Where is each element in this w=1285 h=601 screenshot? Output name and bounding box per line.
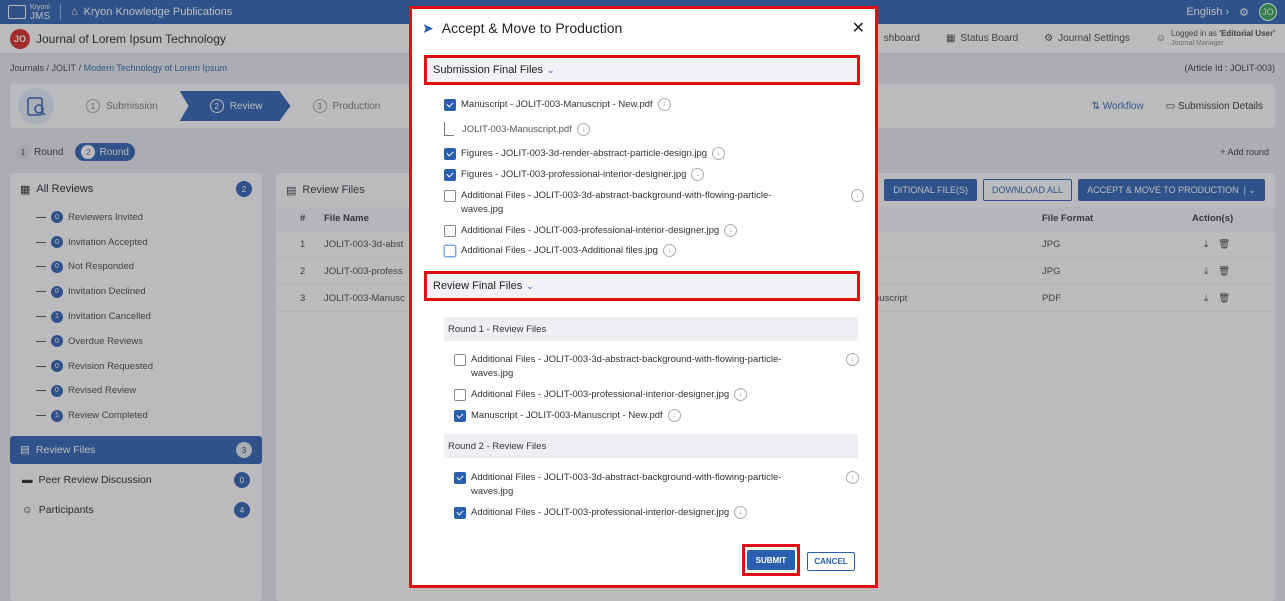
download-icon: ↓ [734, 388, 748, 401]
accept-move-production-dialog: ➤ Accept & Move to Production ✕ Submissi… [409, 6, 878, 588]
submission-file-version: JOLIT-003-Manuscript.pdf ↓ [462, 123, 590, 137]
download-icon: ↓ [657, 98, 671, 111]
round-2-header: Round 2 - Review Files [444, 434, 858, 458]
checkbox [454, 354, 466, 366]
download-icon: ↓ [734, 506, 748, 519]
submission-file-3[interactable]: Figures - JOLIT-003-professional-interio… [444, 168, 705, 182]
chevron-down-icon: ⌄ [547, 64, 555, 75]
checkbox [444, 245, 456, 257]
checkbox [444, 99, 456, 111]
checkbox [444, 169, 456, 181]
checkbox [454, 389, 466, 401]
download-icon: ↓ [851, 189, 864, 202]
tree-connector [444, 122, 454, 136]
chevron-down-icon: ⌄ [526, 280, 534, 291]
round2-file-1[interactable]: Additional Files - JOLIT-003-3d-abstract… [454, 471, 859, 499]
download-icon[interactable]: ↓ [576, 123, 590, 136]
round1-file-2[interactable]: Additional Files - JOLIT-003-professiona… [454, 388, 748, 402]
submission-final-files-toggle[interactable]: Submission Final Files ⌄ [424, 55, 860, 85]
checkbox [444, 148, 456, 160]
round1-file-1[interactable]: Additional Files - JOLIT-003-3d-abstract… [454, 353, 859, 381]
cancel-button[interactable]: CANCEL [807, 552, 855, 571]
submit-button[interactable]: SUBMIT [747, 550, 795, 570]
submission-file-4[interactable]: Additional Files - JOLIT-003-3d-abstract… [444, 189, 864, 217]
submission-file-5[interactable]: Additional Files - JOLIT-003-professiona… [444, 224, 738, 238]
download-icon: ↓ [667, 409, 681, 422]
checkbox [454, 410, 466, 422]
download-icon: ↓ [691, 168, 705, 181]
submission-file-6[interactable]: Additional Files - JOLIT-003-Additional … [444, 244, 676, 258]
round-1-header: Round 1 - Review Files [444, 317, 858, 341]
round1-file-3[interactable]: Manuscript - JOLIT-003-Manuscript - New.… [454, 409, 681, 423]
submit-highlight: SUBMIT [742, 544, 800, 576]
download-icon: ↓ [846, 471, 859, 484]
round2-file-2[interactable]: Additional Files - JOLIT-003-professiona… [454, 506, 748, 520]
checkbox [444, 190, 456, 202]
submission-file-2[interactable]: Figures - JOLIT-003-3d-render-abstract-p… [444, 147, 726, 161]
checkbox [454, 507, 466, 519]
close-icon[interactable]: ✕ [852, 18, 865, 38]
download-icon: ↓ [846, 353, 859, 366]
review-final-files-toggle[interactable]: Review Final Files ⌄ [424, 271, 860, 301]
download-icon: ↓ [712, 147, 726, 160]
dialog-title: Accept & Move to Production [441, 20, 623, 36]
send-icon: ➤ [422, 19, 434, 36]
download-icon: ↓ [662, 244, 676, 257]
checkbox [444, 225, 456, 237]
submission-file-1[interactable]: Manuscript - JOLIT-003-Manuscript - New.… [444, 98, 671, 112]
checkbox [454, 472, 466, 484]
download-icon: ↓ [724, 224, 738, 237]
